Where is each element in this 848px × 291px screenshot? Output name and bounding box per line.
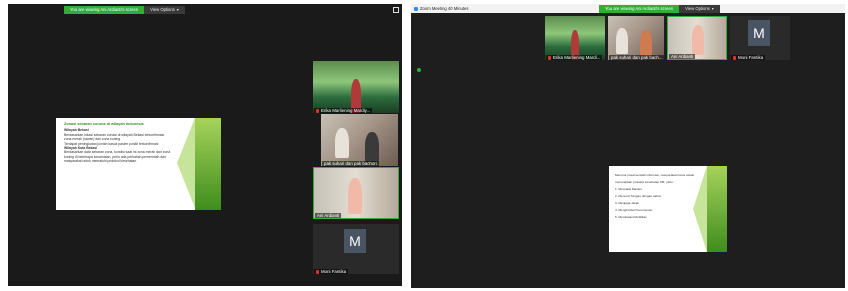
view-options-button[interactable]: View Options ▾ — [144, 6, 185, 14]
participant-tile-active[interactable]: Ani Ardianti — [667, 16, 727, 60]
slide-decoration — [195, 118, 221, 210]
participant-tile[interactable]: M Moni Fantika — [313, 224, 399, 274]
participant-name: Ani Ardianti — [671, 54, 694, 59]
participant-tile[interactable]: Erika Marliening Mardi... — [545, 16, 605, 60]
slide-line: menerapkan protokol kesehatan 5M, yaitu … — [615, 180, 675, 184]
view-options-label: View Options — [685, 6, 710, 11]
chevron-down-icon: ▾ — [711, 6, 714, 11]
slide-title: Zonasi sebaran corona di wilayah Indones… — [64, 122, 144, 126]
shared-slide: Menurut pusat kendali informasi, masyara… — [609, 166, 727, 252]
shared-slide: Zonasi sebaran corona di wilayah Indones… — [56, 118, 221, 210]
sharing-status: You are viewing Ani Ardianti's screen — [64, 6, 145, 14]
slide-line: 2. Mencuci Tangan dengan sabun — [615, 194, 662, 198]
participant-figure — [616, 28, 628, 54]
participant-name-tag: Moni Fantika — [314, 269, 349, 274]
mic-muted-icon — [733, 55, 736, 60]
zoom-logo-icon — [414, 6, 418, 11]
window-title: Zoom Meeting 40 Minutes — [420, 6, 469, 11]
participant-tile[interactable]: Erika Marliening Mardiy... — [313, 61, 399, 113]
participant-name: pak suhari dan pak bach... — [611, 55, 663, 60]
avatar: M — [344, 229, 366, 253]
participant-figure — [365, 132, 379, 162]
slide-line: masyarakat untuk mematuhi protokol keseh… — [64, 159, 138, 164]
participant-figure — [640, 30, 652, 56]
chevron-down-icon: ▾ — [176, 7, 179, 12]
participant-tile[interactable]: pak suhari dan pak bachori — [321, 114, 398, 166]
participant-name-tag: Erika Marliening Mardiy... — [314, 108, 373, 113]
participant-name: Erika Marliening Mardiy... — [321, 108, 371, 113]
participant-name: Ani Ardianti — [317, 213, 340, 218]
mic-muted-icon — [548, 55, 551, 60]
screen-share-banner: You are viewing Ani Ardianti's screen Vi… — [599, 5, 720, 13]
participant-name: pak suhari dan pak bachori — [324, 161, 377, 166]
participant-tile-active[interactable]: Ani Ardianti — [313, 167, 399, 219]
participant-figure — [335, 128, 349, 158]
participant-name-tag: Ani Ardianti — [315, 213, 342, 218]
participant-name: Erika Marliening Mardi... — [553, 55, 601, 60]
sharing-status: You are viewing Ani Ardianti's screen — [599, 5, 680, 13]
slide-decoration — [707, 166, 727, 252]
participant-name-tag: Moni Fantika — [731, 55, 766, 60]
participant-name-tag: pak suhari dan pak bach... — [609, 55, 664, 60]
view-options-button[interactable]: View Options ▾ — [679, 5, 720, 13]
left-zoom-window: You are viewing Ani Ardianti's screen Vi… — [8, 4, 402, 286]
slide-line: 4. Menghindari Kerumunan — [615, 208, 653, 212]
slide-decoration — [693, 166, 707, 252]
participant-name: Moni Fantika — [321, 269, 347, 274]
participant-name: Moni Fantika — [738, 55, 764, 60]
mic-muted-icon — [316, 269, 319, 274]
participant-tile[interactable]: M Moni Fantika — [730, 16, 790, 60]
participant-name-tag: Ani Ardianti — [669, 54, 696, 59]
slide-line: Menurut pusat kendali informasi, masyara… — [615, 173, 695, 177]
slide-decoration — [177, 118, 195, 208]
participant-figure — [692, 25, 704, 55]
participant-name-tag: Erika Marliening Mardi... — [546, 55, 603, 60]
fullscreen-icon[interactable] — [393, 7, 399, 13]
slide-line: 5. Membatasi Mobilitas — [615, 215, 647, 219]
participant-figure — [348, 178, 362, 214]
view-options-label: View Options — [150, 7, 175, 12]
slide-content: Menurut pusat kendali informasi, masyara… — [615, 172, 694, 221]
slide-line: 1. Memakai Masker — [615, 187, 642, 191]
mic-muted-icon — [316, 108, 319, 113]
avatar: M — [748, 20, 770, 46]
slide-line: 3. Menjaga Jarak — [615, 201, 639, 205]
slide-content: Zonasi sebaran corona di wilayah Indones… — [64, 122, 170, 164]
right-zoom-window: Zoom Meeting 40 Minutes You are viewing … — [411, 4, 845, 288]
screen-share-banner: You are viewing Ani Ardianti's screen Vi… — [64, 6, 185, 14]
participant-name-tag: pak suhari dan pak bachori — [322, 161, 379, 166]
participant-tile[interactable]: pak suhari dan pak bach... — [608, 16, 664, 60]
recording-indicator-icon — [417, 68, 421, 72]
